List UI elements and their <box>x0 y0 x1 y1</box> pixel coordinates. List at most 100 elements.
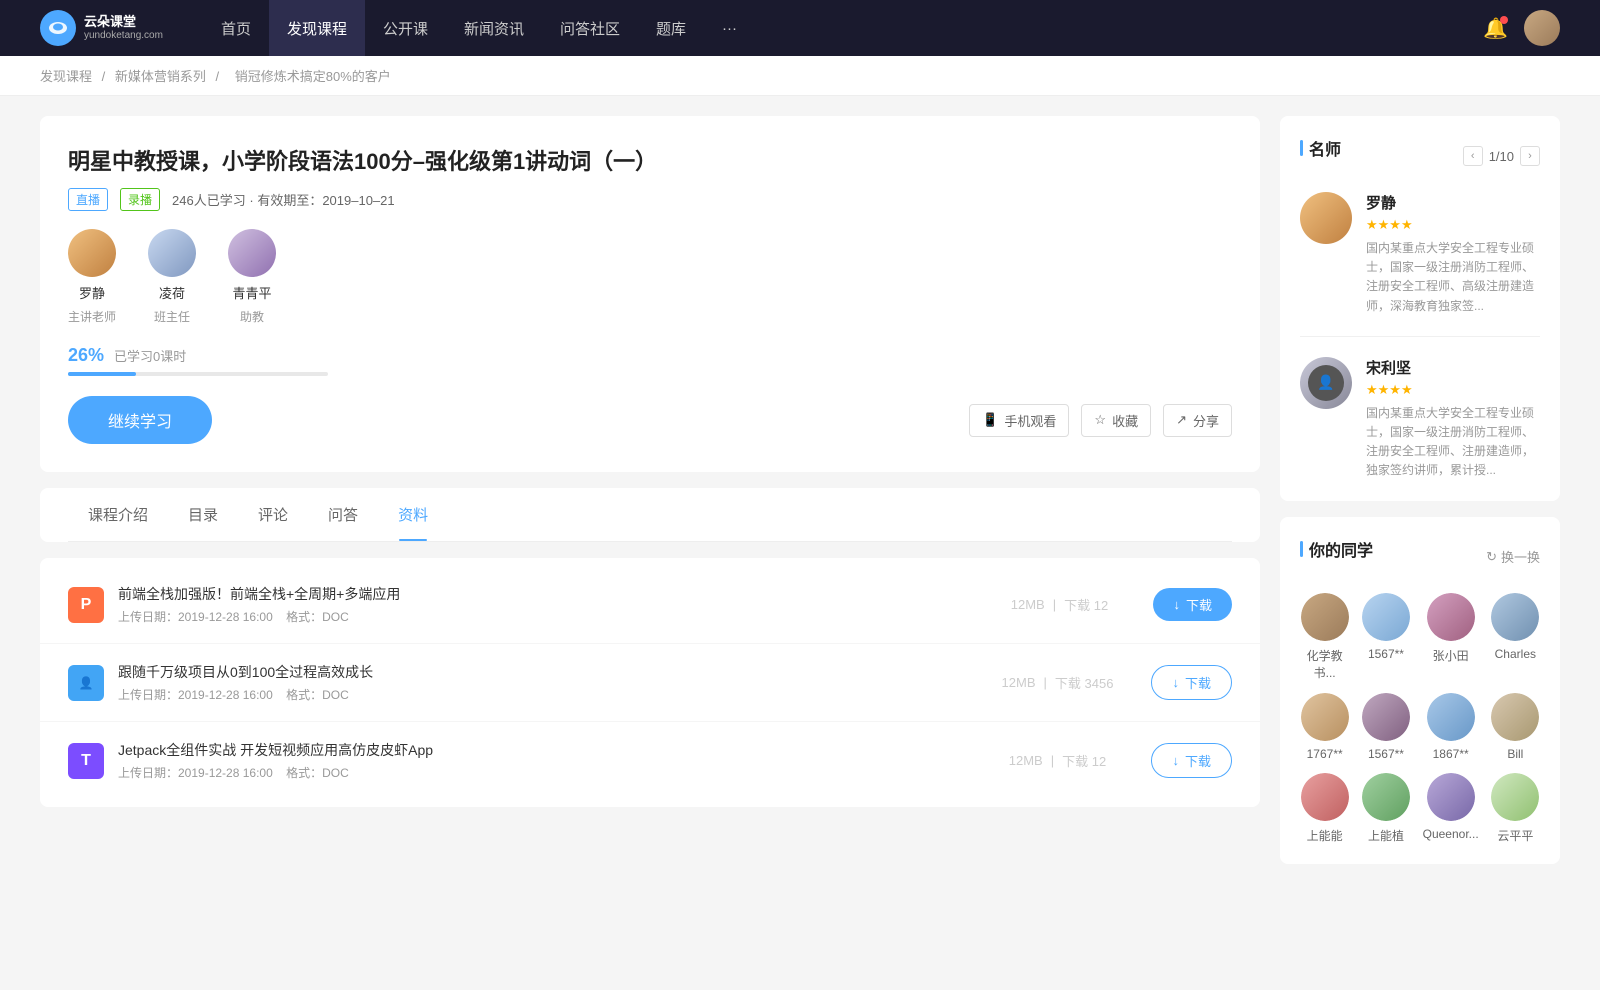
star-icon: ☆ <box>1094 412 1106 428</box>
teacher-2: 凌荷 班主任 <box>148 229 196 325</box>
collect-button[interactable]: ☆ 收藏 <box>1081 404 1151 437</box>
tabs: 课程介绍 目录 评论 问答 资料 <box>68 488 1232 542</box>
course-actions: 继续学习 📱 手机观看 ☆ 收藏 ↗ 分享 <box>68 396 1232 444</box>
title-bar-2 <box>1300 541 1303 557</box>
famous-teacher-1-stars: ★★★★ <box>1366 217 1540 233</box>
logo[interactable]: 云朵课堂 yundoketang.com <box>40 10 163 46</box>
teacher-3-name: 青青平 <box>233 283 272 302</box>
material-sub-3: 上传日期：2019-12-28 16:00 格式：DOC <box>118 764 963 781</box>
classmate-8: Bill <box>1491 693 1540 761</box>
course-header: 明星中教授课，小学阶段语法100分–强化级第1讲动词（一） 直播 录播 246人… <box>40 116 1260 472</box>
teacher-2-role: 班主任 <box>154 308 190 325</box>
next-page-button[interactable]: › <box>1520 146 1540 166</box>
teacher-1-avatar <box>68 229 116 277</box>
breadcrumb-sep-1: / <box>102 69 109 84</box>
user-avatar[interactable] <box>1524 10 1560 46</box>
badge-record: 录播 <box>120 188 160 211</box>
download-button-1[interactable]: ↓ 下载 <box>1153 588 1232 621</box>
material-sub-2: 上传日期：2019-12-28 16:00 格式：DOC <box>118 686 963 703</box>
famous-teacher-2-stars: ★★★★ <box>1366 382 1540 398</box>
classmates-card: 你的同学 ↻ 换一换 化学教书... 156 <box>1280 517 1560 864</box>
classmate-2: 1567** <box>1361 593 1410 681</box>
teachers-list: 罗静 主讲老师 凌荷 班主任 青青平 助教 <box>68 229 1232 325</box>
breadcrumb-link-series[interactable]: 新媒体营销系列 <box>115 69 206 84</box>
refresh-icon: ↻ <box>1486 549 1497 565</box>
breadcrumb-link-discover[interactable]: 发现课程 <box>40 69 92 84</box>
classmate-10-avatar <box>1362 773 1410 821</box>
famous-teacher-2-avatar: 👤 <box>1300 357 1352 409</box>
nav-item-discover[interactable]: 发现课程 <box>269 0 365 56</box>
material-info-2: 跟随千万级项目从0到100全过程高效成长 上传日期：2019-12-28 16:… <box>118 662 963 703</box>
materials-list: P 前端全栈加强版！前端全栈+全周期+多端应用 上传日期：2019-12-28 … <box>40 558 1260 807</box>
tab-materials[interactable]: 资料 <box>378 488 448 541</box>
tabs-section: 课程介绍 目录 评论 问答 资料 <box>40 488 1260 542</box>
classmate-1-name: 化学教书... <box>1300 647 1349 681</box>
course-info: 246人已学习 · 有效期至：2019–10–21 <box>172 190 395 209</box>
classmate-3-avatar <box>1427 593 1475 641</box>
material-title-1: 前端全栈加强版！前端全栈+全周期+多端应用 <box>118 584 965 604</box>
mobile-icon: 📱 <box>982 412 998 428</box>
tab-catalogue[interactable]: 目录 <box>168 488 238 541</box>
classmate-5-avatar <box>1301 693 1349 741</box>
progress-bar-background <box>68 372 328 376</box>
nav-item-qa[interactable]: 问答社区 <box>542 0 638 56</box>
card-title: 名师 <box>1300 136 1341 160</box>
share-icon: ↗ <box>1176 412 1187 428</box>
mobile-watch-button[interactable]: 📱 手机观看 <box>969 404 1069 437</box>
classmate-6-avatar <box>1362 693 1410 741</box>
famous-teacher-2-desc: 国内某重点大学安全工程专业硕士，国家一级注册消防工程师、注册安全工程师、注册建造… <box>1366 404 1540 481</box>
nav-items: 首页 发现课程 公开课 新闻资讯 问答社区 题库 ··· <box>203 0 1483 56</box>
tab-qa[interactable]: 问答 <box>308 488 378 541</box>
pagination-text: 1/10 <box>1489 149 1514 164</box>
badge-live: 直播 <box>68 188 108 211</box>
download-button-3[interactable]: ↓ 下载 <box>1151 743 1232 778</box>
classmate-8-avatar <box>1491 693 1539 741</box>
refresh-button[interactable]: ↻ 换一换 <box>1486 547 1540 566</box>
action-buttons: 📱 手机观看 ☆ 收藏 ↗ 分享 <box>969 404 1232 437</box>
classmate-12-name: 云平平 <box>1497 827 1533 844</box>
teacher-3-avatar <box>228 229 276 277</box>
nav-item-news[interactable]: 新闻资讯 <box>446 0 542 56</box>
navigation: 云朵课堂 yundoketang.com 首页 发现课程 公开课 新闻资讯 问答… <box>0 0 1600 56</box>
classmate-4-avatar <box>1491 593 1539 641</box>
teacher-3: 青青平 助教 <box>228 229 276 325</box>
famous-teachers-card: 名师 ‹ 1/10 › 罗静 ★★★★ 国内某重点大学安全工程专业硕士，国家一级… <box>1280 116 1560 501</box>
classmate-4-name: Charles <box>1495 647 1536 661</box>
share-button[interactable]: ↗ 分享 <box>1163 404 1232 437</box>
classmate-3-name: 张小田 <box>1433 647 1469 664</box>
nav-item-exam[interactable]: 题库 <box>638 0 704 56</box>
classmate-9: 上能能 <box>1300 773 1349 844</box>
pagination: ‹ 1/10 › <box>1463 146 1540 166</box>
material-stats-3: 12MB | 下载 12 <box>977 751 1137 770</box>
tab-intro[interactable]: 课程介绍 <box>68 488 168 541</box>
classmate-11: Queenor... <box>1423 773 1479 844</box>
classmate-7-name: 1867** <box>1433 747 1469 761</box>
download-button-2[interactable]: ↓ 下载 <box>1151 665 1232 700</box>
continue-button[interactable]: 继续学习 <box>68 396 212 444</box>
download-icon-2: ↓ <box>1172 675 1179 690</box>
material-stats-1: 12MB | 下载 12 <box>979 595 1139 614</box>
progress-header: 26% 已学习0课时 <box>68 345 1232 366</box>
prev-page-button[interactable]: ‹ <box>1463 146 1483 166</box>
classmate-12-avatar <box>1491 773 1539 821</box>
course-title: 明星中教授课，小学阶段语法100分–强化级第1讲动词（一） <box>68 144 1232 176</box>
classmate-4: Charles <box>1491 593 1540 681</box>
tab-comments[interactable]: 评论 <box>238 488 308 541</box>
classmates-grid: 化学教书... 1567** 张小田 <box>1300 593 1540 844</box>
classmate-5: 1767** <box>1300 693 1349 761</box>
classmate-3: 张小田 <box>1423 593 1479 681</box>
left-panel: 明星中教授课，小学阶段语法100分–强化级第1讲动词（一） 直播 录播 246人… <box>40 116 1260 864</box>
nav-item-more[interactable]: ··· <box>704 0 755 56</box>
nav-right: 🔔 <box>1483 10 1560 46</box>
breadcrumb: 发现课程 / 新媒体营销系列 / 销冠修炼术搞定80%的客户 <box>0 56 1600 96</box>
logo-icon <box>40 10 76 46</box>
progress-section: 26% 已学习0课时 <box>68 345 1232 376</box>
nav-item-open[interactable]: 公开课 <box>365 0 446 56</box>
progress-bar-fill <box>68 372 136 376</box>
material-icon-1: P <box>68 587 104 623</box>
breadcrumb-sep-2: / <box>216 69 223 84</box>
teacher-1-name: 罗静 <box>79 283 105 302</box>
nav-item-home[interactable]: 首页 <box>203 0 269 56</box>
bell-icon[interactable]: 🔔 <box>1483 16 1508 41</box>
material-item-2: 👤 跟随千万级项目从0到100全过程高效成长 上传日期：2019-12-28 1… <box>40 644 1260 722</box>
